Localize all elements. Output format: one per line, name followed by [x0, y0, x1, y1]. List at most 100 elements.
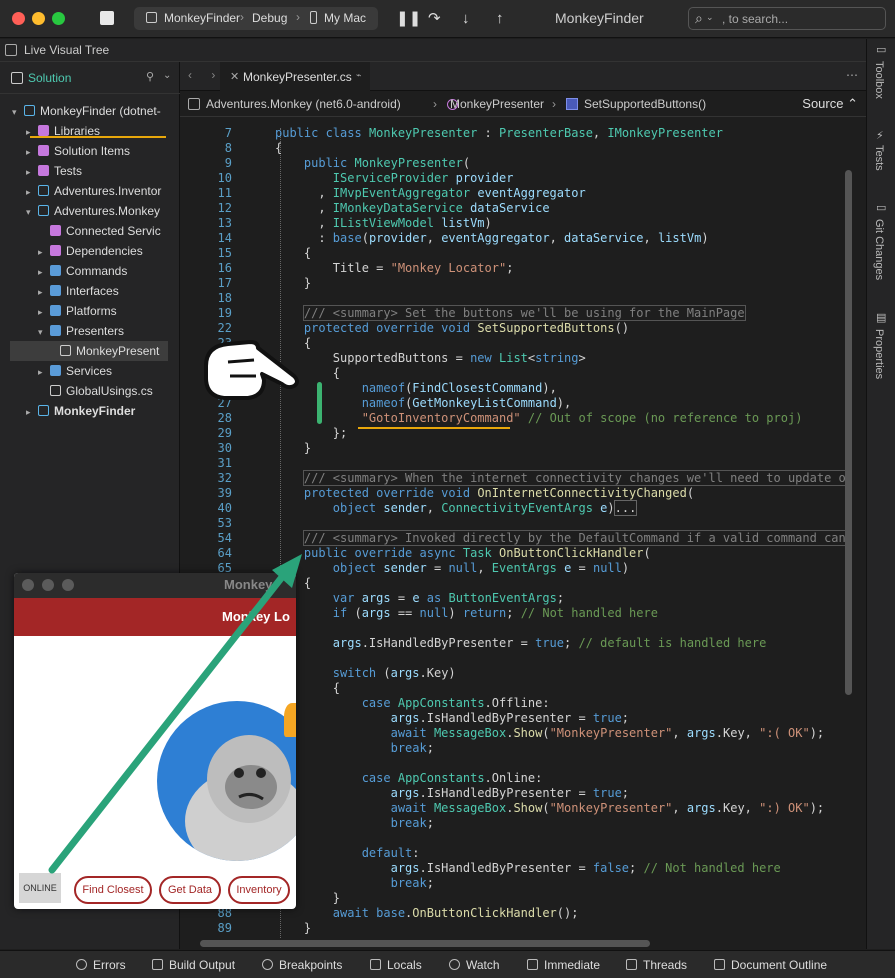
folder-icon	[50, 365, 61, 376]
line-number: 10	[217, 171, 232, 185]
code-line: await MessageBox.Show("MonkeyPresenter",…	[390, 801, 825, 815]
code-line: args.IsHandledByPresenter = true;	[390, 786, 630, 800]
tree-item-label: Adventures.Inventor	[54, 184, 162, 198]
source-label: Source	[802, 96, 844, 111]
code-line: object sender = null, EventArgs e = null…	[332, 561, 630, 575]
search-input[interactable]: ⌕ ⌄ , to search...	[688, 7, 886, 30]
close-window-button[interactable]	[12, 12, 25, 25]
tree-item-monkeypresenter[interactable]: MonkeyPresent	[10, 341, 168, 361]
tab-label: Watch	[466, 958, 500, 972]
right-tool-tabs: ▭ Toolbox ⚡ Tests ▭ Git Changes ▤ Proper…	[866, 39, 895, 949]
tab-tests[interactable]: Tests	[873, 145, 885, 171]
minimize-window-button[interactable]	[32, 12, 45, 25]
tab-breakpoints[interactable]: Breakpoints	[262, 958, 342, 972]
chevron-right-icon: ›	[433, 97, 437, 111]
step-into-icon[interactable]: ↓	[462, 10, 470, 27]
toolbox-icon: ▭	[876, 44, 887, 56]
stop-icon[interactable]	[100, 11, 114, 25]
run-scheme-selector[interactable]: MonkeyFinder › Debug › My Mac	[134, 7, 378, 30]
inventory-button[interactable]: Inventory	[228, 876, 290, 904]
step-out-icon[interactable]: ↑	[496, 10, 504, 27]
line-number: 29	[217, 426, 232, 440]
tree-item-solution-items[interactable]: ▸ Solution Items	[26, 141, 130, 161]
code-line: public MonkeyPresenter(	[303, 156, 471, 170]
document-outline-icon	[714, 959, 725, 970]
tab-threads[interactable]: Threads	[626, 958, 687, 972]
tree-item-platforms[interactable]: ▸ Platforms	[38, 301, 117, 321]
find-closest-button[interactable]: Find Closest	[74, 876, 152, 904]
tab-properties[interactable]: Properties	[873, 329, 885, 379]
tree-item-services[interactable]: ▸ Services	[38, 361, 112, 381]
zoom-window-button[interactable]	[52, 12, 65, 25]
tab-errors[interactable]: Errors	[76, 958, 126, 972]
build-output-icon	[152, 959, 163, 970]
tree-item-solution[interactable]: ▾ MonkeyFinder (dotnet-	[12, 101, 161, 121]
breadcrumb: Adventures.Monkey (net6.0-android) › Mon…	[180, 92, 866, 117]
pause-icon[interactable]: ❚❚	[396, 10, 421, 27]
code-line: args.IsHandledByPresenter = false; // No…	[390, 861, 781, 875]
tree-item-presenters[interactable]: ▾ Presenters	[38, 321, 124, 341]
code-line: , IMvpEventAggregator eventAggregator	[275, 186, 586, 200]
tree-item-adventures-inventory[interactable]: ▸ Adventures.Inventor	[26, 181, 161, 201]
tree-item-libraries[interactable]: ▸ Libraries	[26, 121, 100, 141]
tree-item-monkeyfinder[interactable]: ▸ MonkeyFinder	[26, 401, 135, 421]
tree-item-label: MonkeyFinder	[54, 404, 136, 418]
tree-item-label: Presenters	[66, 324, 125, 338]
vertical-scrollbar[interactable]	[845, 170, 852, 695]
tab-monkeypresenter[interactable]: ✕ MonkeyPresenter.cs ⌁	[220, 62, 370, 91]
tree-item-label: Solution Items	[54, 144, 131, 158]
code-line: , IListViewModel listVm)	[275, 216, 492, 230]
tab-locals[interactable]: Locals	[370, 958, 422, 972]
tree-item-tests[interactable]: ▸ Tests	[26, 161, 82, 181]
chevron-right-icon: ▸	[26, 147, 31, 157]
folder-icon	[50, 265, 61, 276]
connected-services-icon	[50, 225, 61, 236]
tab-nav-arrows[interactable]: ‹ ›	[188, 68, 223, 82]
breakpoints-icon	[262, 959, 273, 970]
tab-immediate[interactable]: Immediate	[527, 958, 600, 972]
pin-icon[interactable]: ⌁	[356, 70, 361, 81]
close-window-button[interactable]	[22, 579, 34, 591]
tree-item-label: GlobalUsings.cs	[66, 384, 153, 398]
breadcrumb-class[interactable]: MonkeyPresenter	[450, 97, 544, 111]
line-number: 32	[217, 471, 232, 485]
tree-item-commands[interactable]: ▸ Commands	[38, 261, 127, 281]
horizontal-scrollbar[interactable]	[200, 940, 650, 947]
tree-item-connected-services[interactable]: Connected Servic	[38, 221, 161, 241]
pointing-hand-icon	[204, 340, 299, 400]
chevron-down-icon[interactable]: ⌄	[163, 70, 171, 81]
tree-item-interfaces[interactable]: ▸ Interfaces	[38, 281, 119, 301]
chevron-right-icon: ▸	[38, 267, 43, 277]
editor-tab-bar: ‹ › ✕ MonkeyPresenter.cs ⌁ ⋯	[180, 62, 866, 91]
tree-item-dependencies[interactable]: ▸ Dependencies	[38, 241, 143, 261]
pin-icon[interactable]: ⚲	[146, 70, 154, 83]
tree-item-adventures-monkey[interactable]: ▾ Adventures.Monkey	[26, 201, 160, 221]
breadcrumb-method[interactable]: SetSupportedButtons()	[584, 97, 706, 111]
tree-item-globalusings[interactable]: GlobalUsings.cs	[38, 381, 153, 401]
live-visual-tree-bar[interactable]: Live Visual Tree	[0, 39, 866, 62]
tab-document-outline[interactable]: Document Outline	[714, 958, 827, 972]
tree-item-label: Interfaces	[66, 284, 119, 298]
tab-label: Breakpoints	[279, 958, 343, 972]
solution-icon	[11, 72, 23, 84]
line-number: 13	[217, 216, 232, 230]
code-line: , IMonkeyDataService dataService	[275, 201, 550, 215]
get-data-button[interactable]: Get Data	[159, 876, 221, 904]
tab-watch[interactable]: Watch	[449, 958, 500, 972]
close-tab-icon[interactable]: ✕	[230, 70, 239, 83]
scheme-config: Debug	[252, 11, 288, 25]
code-line: {	[275, 246, 312, 260]
source-view-selector[interactable]: Source ⌃	[802, 96, 858, 112]
breadcrumb-project[interactable]: Adventures.Monkey (net6.0-android)	[206, 97, 401, 111]
tab-build-output[interactable]: Build Output	[152, 958, 235, 972]
chevron-right-icon: ▸	[26, 407, 31, 417]
project-icon	[146, 12, 157, 23]
code-line: : base(provider, eventAggregator, dataSe…	[275, 231, 709, 245]
code-line: await base.OnButtonClickHandler();	[332, 906, 579, 920]
tab-git-changes[interactable]: Git Changes	[873, 219, 885, 280]
step-over-icon[interactable]: ↷	[428, 10, 441, 27]
tree-item-label: MonkeyPresent	[76, 344, 160, 358]
more-icon[interactable]: ⋯	[846, 68, 858, 82]
tab-toolbox[interactable]: Toolbox	[873, 61, 885, 99]
